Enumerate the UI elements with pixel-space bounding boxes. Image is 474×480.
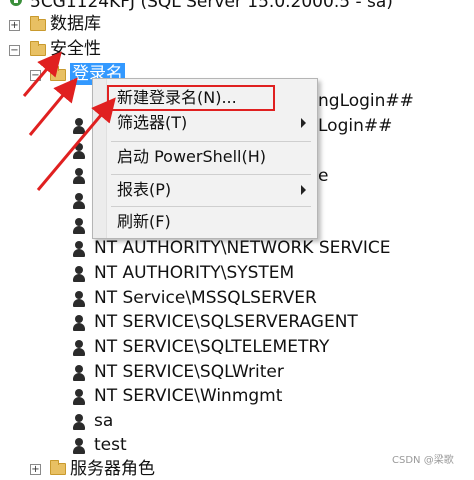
annotation-arrows: [22, 51, 116, 191]
red-arrow-to-logins: [28, 77, 78, 136]
red-arrow-to-new-login: [36, 97, 116, 191]
watermark: CSDN @梁歌: [392, 455, 454, 466]
red-arrow-to-security: [22, 51, 62, 97]
